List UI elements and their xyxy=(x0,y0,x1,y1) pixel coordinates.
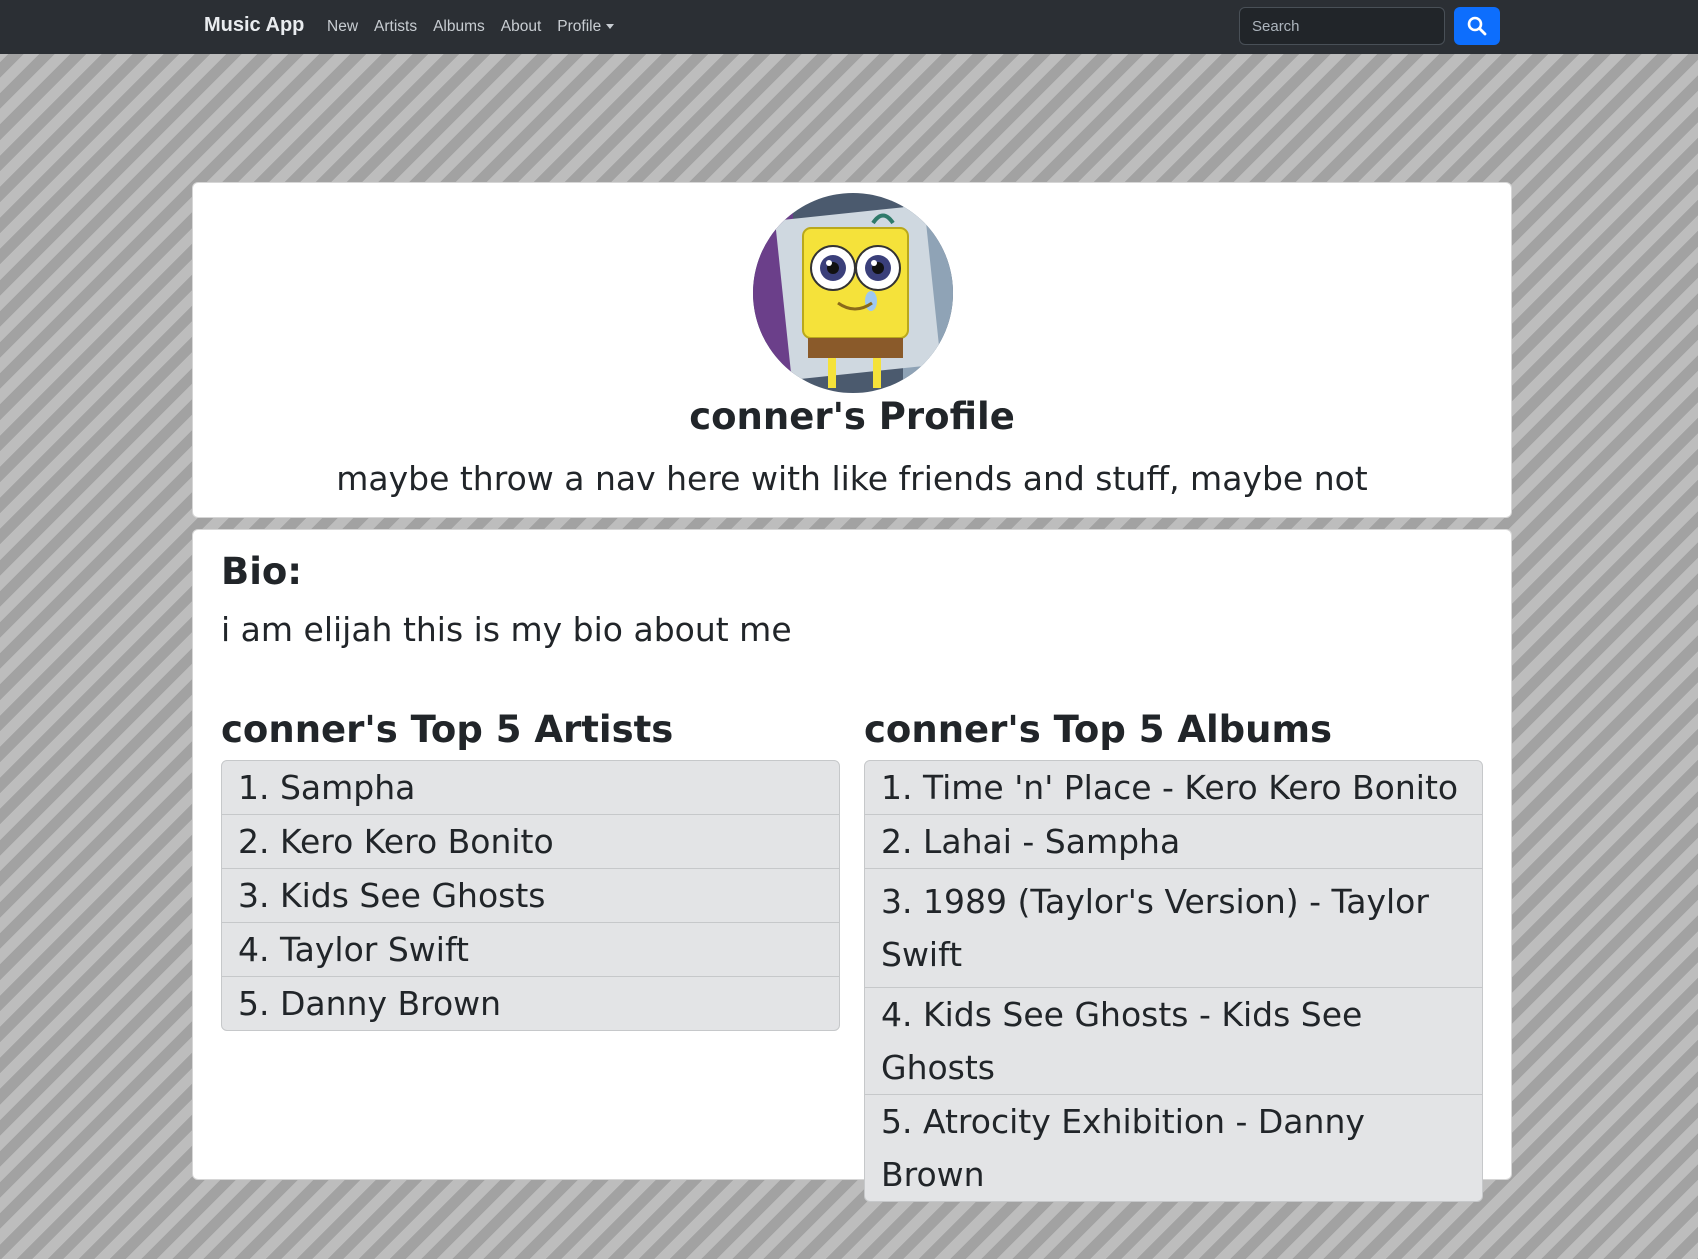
search-button[interactable] xyxy=(1454,7,1500,45)
chevron-down-icon xyxy=(606,24,615,30)
top-albums-heading: conner's Top 5 Albums xyxy=(864,708,1333,751)
nav-link-artists[interactable]: Artists xyxy=(374,18,417,36)
list-item[interactable]: 4. Taylor Swift xyxy=(222,923,839,977)
list-item[interactable]: 4. Kids See Ghosts - Kids See Ghosts xyxy=(865,988,1482,1095)
nav-links: New Artists Albums About Profile xyxy=(327,18,630,36)
bio-heading: Bio: xyxy=(221,550,303,593)
list-item[interactable]: 2. Lahai - Sampha xyxy=(865,815,1482,869)
list-item[interactable]: 1. Sampha xyxy=(222,761,839,815)
profile-subtitle: maybe throw a nav here with like friends… xyxy=(336,459,1368,498)
avatar[interactable] xyxy=(753,193,953,393)
top-artists-list: 1. Sampha 2. Kero Kero Bonito 3. Kids Se… xyxy=(221,760,840,1031)
top-artists-heading: conner's Top 5 Artists xyxy=(221,708,674,751)
list-item[interactable]: 3. 1989 (Taylor's Version) - Taylor Swif… xyxy=(865,869,1482,988)
list-item[interactable]: 3. Kids See Ghosts xyxy=(222,869,839,923)
search-input[interactable] xyxy=(1239,7,1445,45)
profile-header-card: conner's Profile maybe throw a nav here … xyxy=(192,182,1512,518)
nav-link-profile-dropdown[interactable]: Profile xyxy=(557,18,615,36)
search-icon xyxy=(1467,16,1487,36)
bio-text: i am elijah this is my bio about me xyxy=(221,610,792,649)
brand-link[interactable]: Music App xyxy=(204,14,304,37)
profile-title: conner's Profile xyxy=(689,395,1015,438)
top-navbar: Music App New Artists Albums About Profi… xyxy=(0,0,1698,54)
nav-link-profile-label: Profile xyxy=(557,18,602,35)
list-item[interactable]: 1. Time 'n' Place - Kero Kero Bonito xyxy=(865,761,1482,815)
list-item[interactable]: 5. Atrocity Exhibition - Danny Brown xyxy=(865,1095,1482,1201)
top-albums-list: 1. Time 'n' Place - Kero Kero Bonito 2. … xyxy=(864,760,1483,1202)
nav-link-albums[interactable]: Albums xyxy=(433,18,485,36)
spongebob-avatar-image xyxy=(753,193,953,393)
nav-link-new[interactable]: New xyxy=(327,18,358,36)
profile-details-card: Bio: i am elijah this is my bio about me… xyxy=(192,529,1512,1202)
list-item[interactable]: 2. Kero Kero Bonito xyxy=(222,815,839,869)
nav-link-about[interactable]: About xyxy=(501,18,542,36)
list-item[interactable]: 5. Danny Brown xyxy=(222,977,839,1030)
